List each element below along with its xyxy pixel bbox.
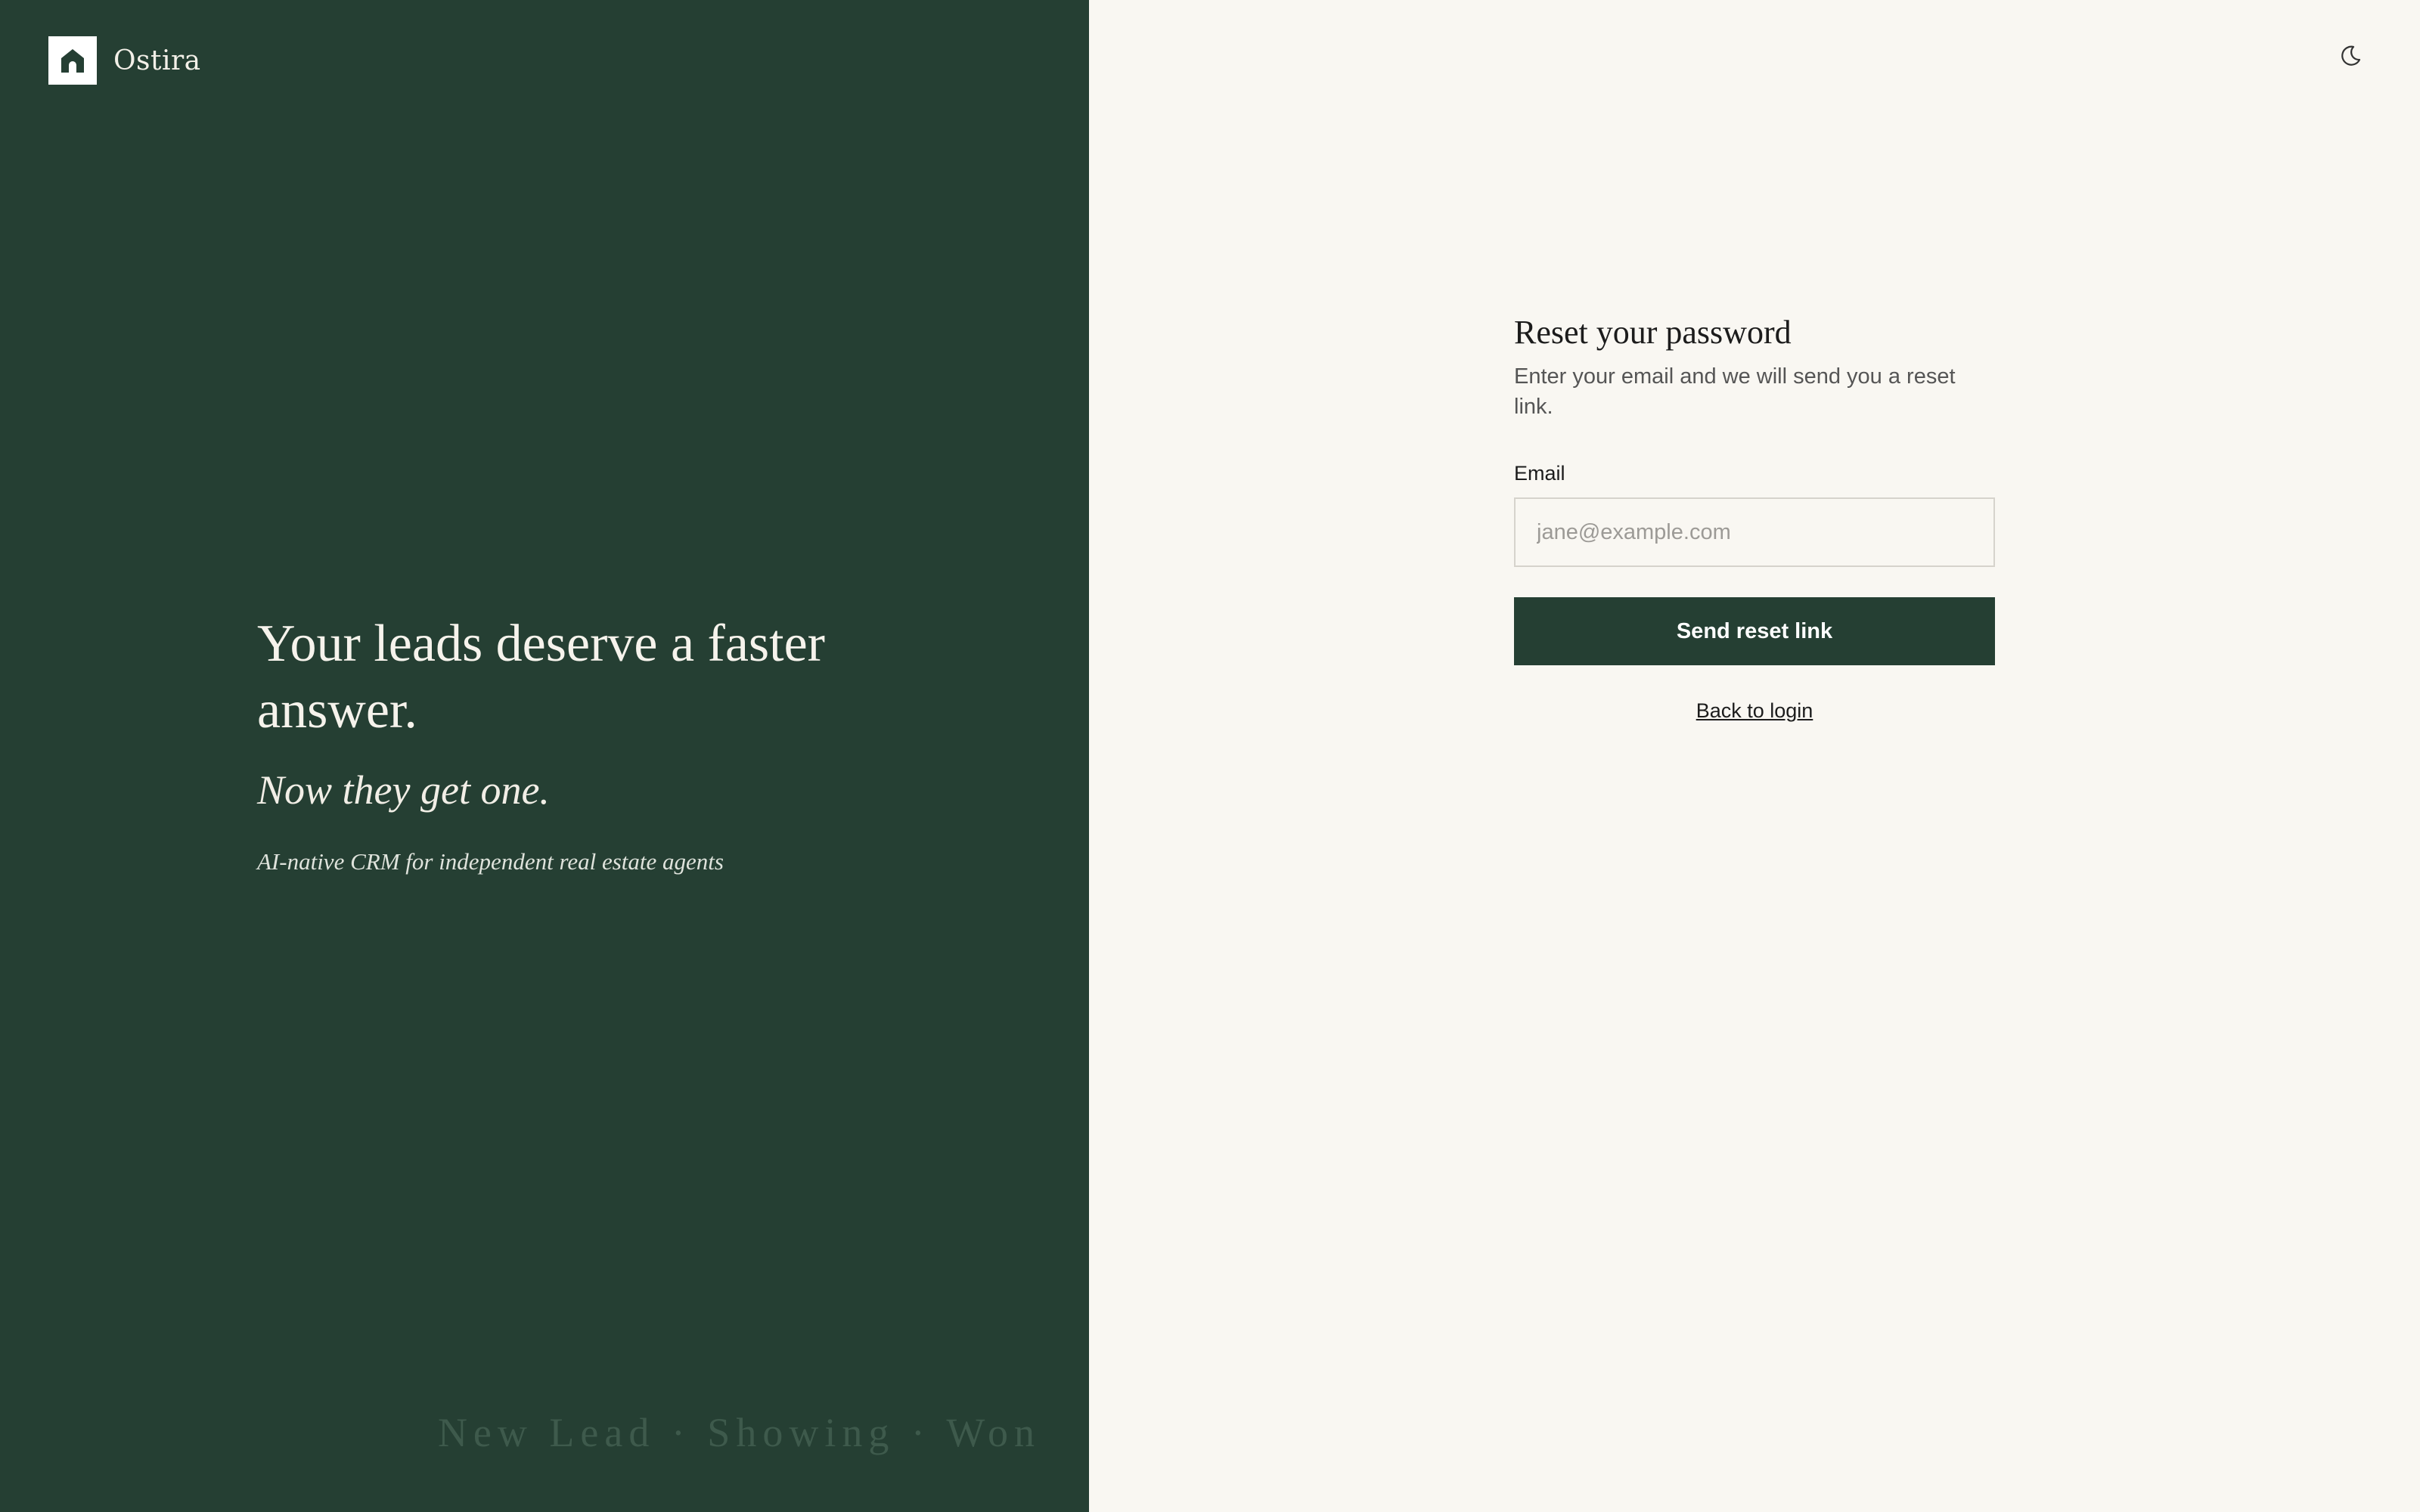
email-input[interactable] bbox=[1514, 497, 1995, 567]
hero-subtitle: Now they get one. bbox=[257, 767, 550, 813]
brand[interactable]: Ostira bbox=[48, 36, 201, 85]
brand-panel: Ostira Your leads deserve a faster answe… bbox=[0, 0, 1089, 1512]
back-to-login-link[interactable]: Back to login bbox=[1514, 697, 1995, 724]
email-label: Email bbox=[1514, 462, 1565, 485]
form-description: Enter your email and we will send you a … bbox=[1514, 364, 1956, 419]
form-title: Reset your password bbox=[1514, 314, 1792, 351]
theme-toggle-button[interactable] bbox=[2332, 39, 2369, 76]
brand-name: Ostira bbox=[113, 45, 201, 76]
reset-password-form: Reset your password Enter your email and… bbox=[1514, 308, 1995, 724]
hero-title: Your leads deserve a faster answer. bbox=[257, 615, 825, 739]
moon-icon bbox=[2338, 44, 2363, 72]
hero-tagline: AI-native CRM for independent real estat… bbox=[257, 848, 724, 875]
pipeline-stages-text: New Lead · Showing · Won bbox=[437, 1410, 1041, 1455]
send-reset-link-button[interactable]: Send reset link bbox=[1514, 597, 1995, 665]
hero: Your leads deserve a faster answer. Now … bbox=[257, 611, 877, 877]
house-icon bbox=[48, 36, 97, 85]
